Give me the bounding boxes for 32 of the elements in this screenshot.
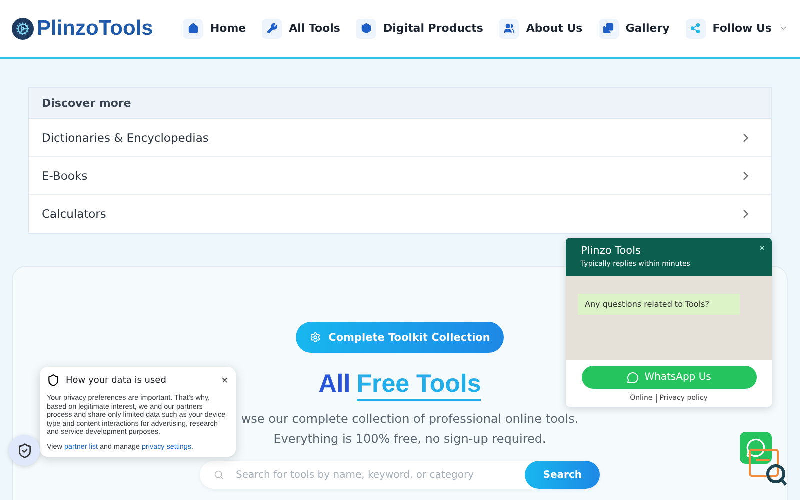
chat-message: Any questions related to Tools? [578,294,740,315]
close-button[interactable]: × [760,243,765,253]
nav-link[interactable]: About Us [499,18,583,38]
house-icon [183,18,204,38]
list-item[interactable]: E-Books [29,157,771,195]
box-icon [356,18,376,38]
nav-link[interactable]: Gallery [598,18,670,38]
nav-link[interactable]: Home [183,18,246,38]
title-highlight: Free Tools [356,370,482,401]
images-icon [598,18,619,38]
users-icon [499,18,520,38]
list-item[interactable]: Dictionaries & Encyclopedias [29,119,771,157]
nav-link[interactable]: Digital Products [356,18,484,38]
panel-title: Discover more [29,88,771,119]
chat-title: Plinzo Tools [581,245,642,257]
shield-icon [47,374,60,387]
list-item[interactable]: Calculators [29,195,771,233]
shield-check-icon [16,442,32,458]
gear-icon [310,332,321,343]
logo-text[interactable]: PlinzoTools [37,16,154,40]
share-icon [686,18,706,38]
popup-title: How your data is used [66,376,168,386]
nav-link[interactable]: Follow Us [686,18,788,38]
subtitle: Everything is 100% free, no sign-up required. [272,431,546,448]
chat-bubble-icon [746,438,766,458]
search-icon [214,470,224,480]
tools-icon [262,18,282,38]
close-button[interactable]: × [222,374,228,386]
title-text: All [318,370,351,400]
gear-logo-icon [12,18,34,40]
nav-link[interactable]: All Tools [262,18,340,38]
chat-bubble-icon [626,372,639,384]
